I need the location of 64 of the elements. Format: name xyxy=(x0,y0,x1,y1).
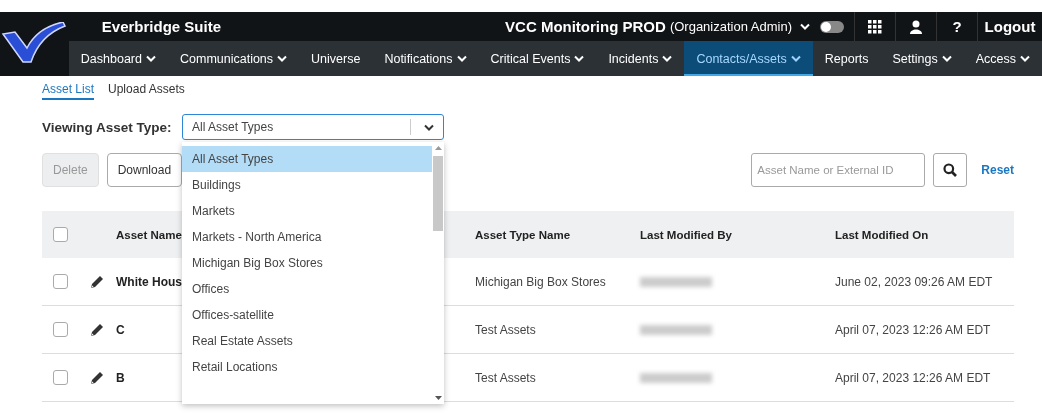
select-all-checkbox[interactable] xyxy=(52,227,68,242)
nav-menu-item[interactable]: Notifications xyxy=(372,41,479,76)
nav-menu-item[interactable]: Incidents xyxy=(596,41,685,76)
table-cell: April 07, 2023 12:26 AM EDT xyxy=(835,322,991,337)
dropdown-option[interactable]: Michigan Big Box Stores xyxy=(182,250,432,276)
filter-label: Viewing Asset Type: xyxy=(42,119,173,135)
table-cell: Michigan Big Box Stores xyxy=(475,274,606,289)
logo-icon xyxy=(1,22,68,66)
table-cell: Test Assets xyxy=(475,322,536,337)
chevron-down-icon xyxy=(800,23,810,30)
dropdown-option[interactable]: Offices-satellite xyxy=(182,302,432,328)
dropdown-option[interactable]: All Asset Types xyxy=(182,146,432,172)
pencil-icon[interactable] xyxy=(90,274,104,289)
table-cell: White Hous xyxy=(116,274,182,289)
blurred-name xyxy=(640,324,712,335)
table-cell: June 02, 2023 09:26 AM EDT xyxy=(835,274,993,289)
dropdown-option[interactable]: Markets xyxy=(182,198,432,224)
nav-menu-item[interactable]: Access xyxy=(963,41,1042,76)
app-title: Everbridge Suite xyxy=(100,18,222,35)
tab[interactable]: Upload Assets xyxy=(108,82,185,100)
toggle-switch[interactable] xyxy=(820,20,844,33)
search-icon xyxy=(943,163,958,177)
toolbar-button[interactable]: Download xyxy=(106,153,183,187)
column-header: Asset Name xyxy=(116,228,182,241)
nav-menu-item[interactable]: Critical Events xyxy=(478,41,597,76)
scroll-down-icon xyxy=(434,396,442,400)
pencil-icon[interactable] xyxy=(90,370,104,385)
table-cell: Test Assets xyxy=(475,370,536,385)
nav-menu-item[interactable]: Communications xyxy=(168,41,300,76)
row-checkbox[interactable] xyxy=(52,322,68,337)
blurred-name xyxy=(640,372,712,383)
column-header: Last Modified On xyxy=(835,228,929,241)
table-cell: B xyxy=(116,370,125,385)
user-icon[interactable] xyxy=(910,19,922,34)
dropdown-option[interactable]: Retail Locations xyxy=(182,354,432,380)
nav-menu-item[interactable]: Contacts/Assets xyxy=(684,41,813,76)
grid-icon[interactable] xyxy=(868,19,882,34)
dropdown-option[interactable]: Buildings xyxy=(182,172,432,198)
blurred-name xyxy=(640,276,712,287)
logout-button[interactable]: Logout xyxy=(984,18,1036,35)
help-button[interactable]: ? xyxy=(952,18,962,35)
column-header: Last Modified By xyxy=(640,228,732,241)
organization-selector[interactable]: VCC Monitoring PROD (Organization Admin) xyxy=(505,18,810,35)
row-checkbox[interactable] xyxy=(52,274,68,289)
search-button[interactable] xyxy=(933,153,968,187)
row-checkbox[interactable] xyxy=(52,370,68,385)
nav-menu-item[interactable]: Reports xyxy=(812,41,881,76)
chevron-down-icon xyxy=(424,123,434,131)
nav-menu-item[interactable]: Settings xyxy=(880,41,964,76)
dropdown-option[interactable]: Offices xyxy=(182,276,432,302)
table-cell: April 07, 2023 12:26 AM EDT xyxy=(835,370,991,385)
scrollbar-thumb[interactable] xyxy=(433,156,443,231)
nav-menu-item[interactable]: Dashboard xyxy=(68,41,168,76)
dropdown-option[interactable]: Real Estate Assets xyxy=(182,328,432,354)
table-cell: C xyxy=(116,322,125,337)
scroll-up-icon xyxy=(434,146,442,150)
asset-type-select[interactable]: All Asset Types xyxy=(182,114,444,140)
dropdown-option[interactable]: Markets - North America xyxy=(182,224,432,250)
reset-link[interactable]: Reset xyxy=(981,163,1014,177)
nav-menu-item[interactable]: Universe xyxy=(299,41,373,76)
pencil-icon[interactable] xyxy=(90,322,104,337)
column-header: Asset Type Name xyxy=(475,228,571,241)
search-field[interactable]: Asset Name or External ID xyxy=(751,153,926,187)
tab[interactable]: Asset List xyxy=(42,82,95,100)
